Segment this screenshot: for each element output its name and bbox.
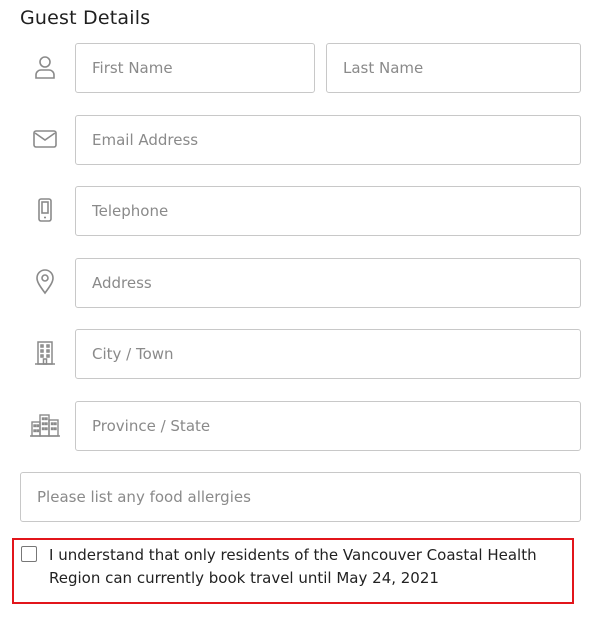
envelope-icon: [30, 124, 60, 154]
telephone-input[interactable]: [75, 186, 581, 236]
last-name-input[interactable]: [326, 43, 581, 93]
section-title: Guest Details: [20, 7, 151, 29]
city-buildings-icon: [30, 410, 60, 440]
first-name-input[interactable]: [75, 43, 315, 93]
city-input[interactable]: [75, 329, 581, 379]
map-pin-icon: [30, 267, 60, 297]
email-input[interactable]: [75, 115, 581, 165]
building-icon: [30, 338, 60, 368]
address-input[interactable]: [75, 258, 581, 308]
food-allergies-input[interactable]: [20, 472, 581, 522]
consent-label: I understand that only residents of the …: [49, 546, 537, 587]
user-icon: [30, 52, 60, 82]
mobile-phone-icon: [30, 195, 60, 225]
province-input[interactable]: [75, 401, 581, 451]
consent-highlight-box: I understand that only residents of the …: [12, 538, 574, 604]
consent-checkbox[interactable]: [21, 546, 37, 562]
